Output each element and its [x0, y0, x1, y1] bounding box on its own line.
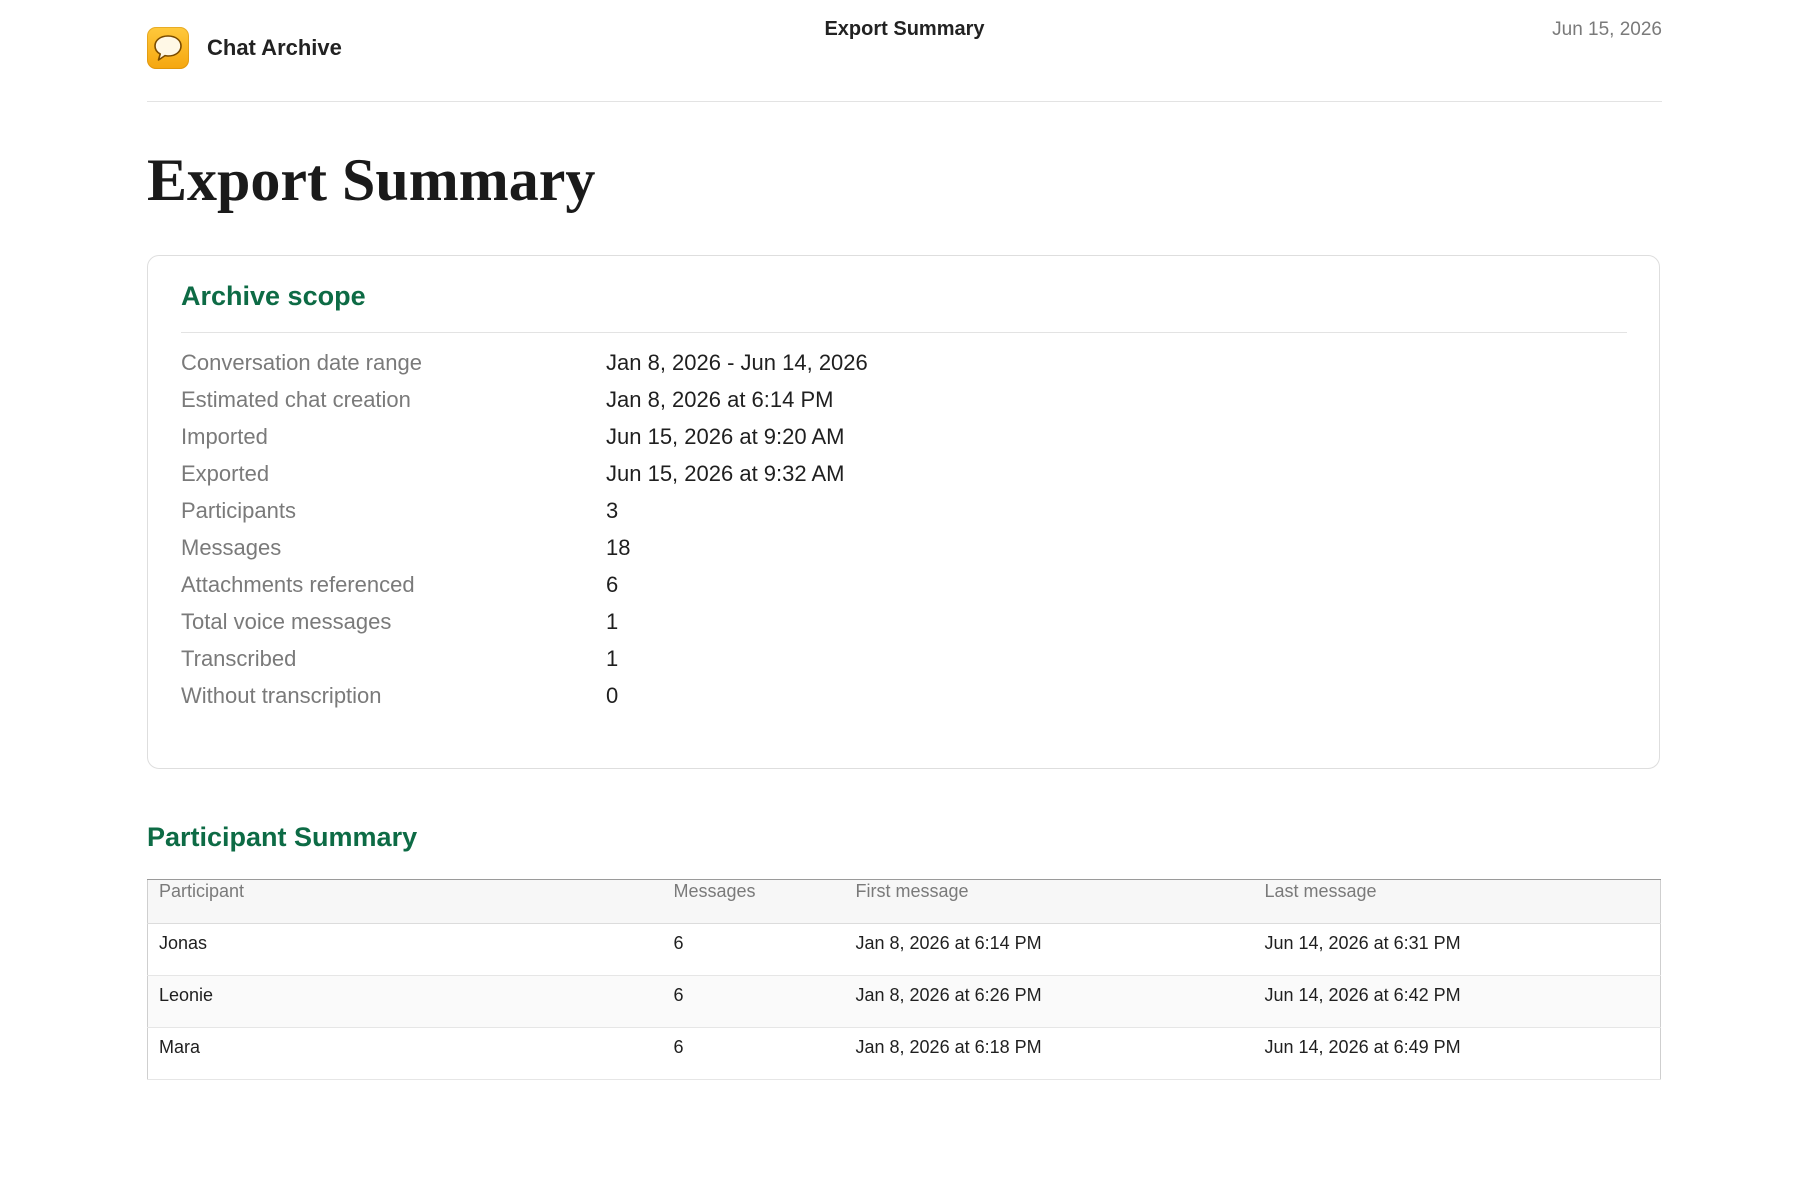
scope-label: Conversation date range	[181, 349, 422, 375]
participant-last-message: Jun 14, 2026 at 6:31 PM	[1253, 923, 1661, 976]
header-title: Export Summary	[824, 18, 985, 40]
participant-table: Participant Messages First message Last …	[147, 879, 1661, 1080]
scope-value: Jan 8, 2026 - Jun 14, 2026	[606, 349, 868, 375]
participant-last-message: Jun 14, 2026 at 6:49 PM	[1253, 1027, 1661, 1080]
scope-value: 6	[606, 571, 619, 597]
scope-value: 18	[606, 534, 631, 560]
scope-label: Total voice messages	[181, 608, 392, 634]
scope-label: Imported	[181, 423, 268, 449]
participant-last-message: Jun 14, 2026 at 6:42 PM	[1253, 975, 1661, 1028]
participant-summary-heading: Participant Summary	[147, 822, 418, 852]
participant-first-message: Jan 8, 2026 at 6:14 PM	[844, 923, 1254, 976]
scope-row-imported: Imported Jun 15, 2026 at 9:20 AM	[181, 418, 1381, 455]
scope-value: 3	[606, 497, 619, 523]
scope-value: Jun 15, 2026 at 9:32 AM	[606, 460, 845, 486]
scope-value: 0	[606, 682, 619, 708]
participant-first-message: Jan 8, 2026 at 6:18 PM	[844, 1027, 1254, 1080]
column-header-first-message: First message	[844, 879, 1254, 924]
column-header-messages: Messages	[662, 879, 845, 924]
scope-row-without-transcription: Without transcription 0	[181, 677, 1381, 714]
scope-row-chat-creation: Estimated chat creation Jan 8, 2026 at 6…	[181, 381, 1381, 418]
scope-row-exported: Exported Jun 15, 2026 at 9:32 AM	[181, 455, 1381, 492]
table-row: Mara 6 Jan 8, 2026 at 6:18 PM Jun 14, 20…	[147, 1027, 1661, 1080]
page-title: Export Summary	[147, 147, 596, 213]
header-date: Jun 15, 2026	[1552, 19, 1662, 40]
scope-label: Estimated chat creation	[181, 386, 411, 412]
scope-list: Conversation date range Jan 8, 2026 - Ju…	[181, 344, 1381, 714]
participant-messages: 6	[662, 975, 845, 1028]
scope-label: Messages	[181, 534, 282, 560]
scope-label: Exported	[181, 460, 270, 486]
scope-label: Without transcription	[181, 682, 382, 708]
card-divider	[181, 332, 1627, 333]
column-header-participant: Participant	[147, 879, 663, 924]
header: Chat Archive Export Summary Jun 15, 2026	[147, 0, 1662, 102]
scope-value: 1	[606, 608, 619, 634]
page: Chat Archive Export Summary Jun 15, 2026…	[147, 0, 1662, 1080]
scope-row-messages: Messages 18	[181, 529, 1381, 566]
scope-row-participants: Participants 3	[181, 492, 1381, 529]
participant-messages: 6	[662, 1027, 845, 1080]
scope-label: Attachments referenced	[181, 571, 415, 597]
scope-value: Jan 8, 2026 at 6:14 PM	[606, 386, 834, 412]
archive-scope-card: Archive scope Conversation date range Ja…	[147, 255, 1660, 769]
scope-value: 1	[606, 645, 619, 671]
participant-name: Leonie	[147, 975, 663, 1028]
scope-row-transcribed: Transcribed 1	[181, 640, 1381, 677]
scope-value: Jun 15, 2026 at 9:20 AM	[606, 423, 845, 449]
participant-name: Jonas	[147, 923, 663, 976]
table-row: Jonas 6 Jan 8, 2026 at 6:14 PM Jun 14, 2…	[147, 923, 1661, 976]
column-header-last-message: Last message	[1253, 879, 1661, 924]
table-row: Leonie 6 Jan 8, 2026 at 6:26 PM Jun 14, …	[147, 975, 1661, 1028]
scope-label: Transcribed	[181, 645, 297, 671]
scope-row-voice-messages: Total voice messages 1	[181, 603, 1381, 640]
scope-row-date-range: Conversation date range Jan 8, 2026 - Ju…	[181, 344, 1381, 381]
table-header-row: Participant Messages First message Last …	[147, 879, 1661, 924]
scope-label: Participants	[181, 497, 296, 523]
participant-messages: 6	[662, 923, 845, 976]
archive-scope-heading: Archive scope	[181, 281, 366, 311]
participant-first-message: Jan 8, 2026 at 6:26 PM	[844, 975, 1254, 1028]
scope-row-attachments: Attachments referenced 6	[181, 566, 1381, 603]
participant-name: Mara	[147, 1027, 663, 1080]
